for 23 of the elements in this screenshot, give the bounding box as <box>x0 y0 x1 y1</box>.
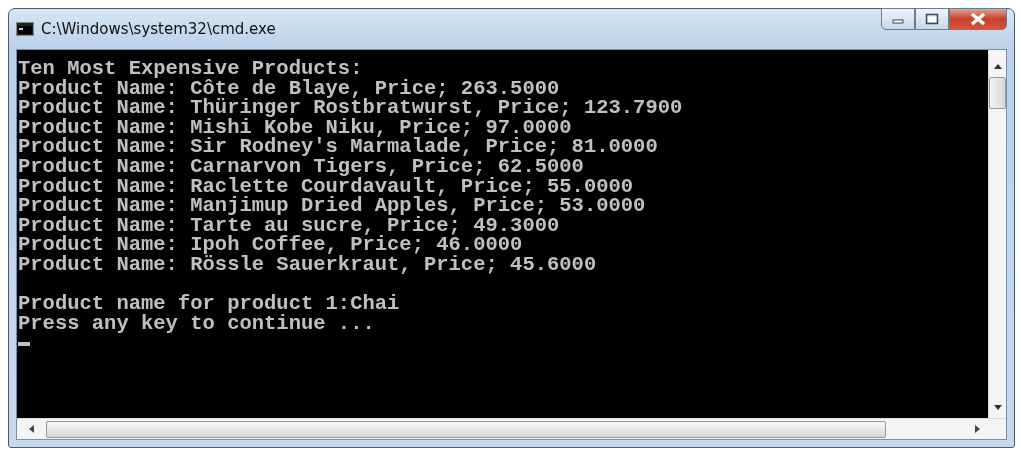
close-icon <box>970 12 986 26</box>
window-title: C:\Windows\system32\cmd.exe <box>41 20 276 38</box>
console-line: Ten Most Expensive Products: <box>18 59 363 79</box>
console-line: Product Name: Raclette Courdavault, Price; 55.0000 <box>18 176 634 197</box>
horizontal-scrollbar[interactable] <box>17 418 1006 439</box>
console-line: Product Name: Thüringer Rostbratwurst, Price; 123.7900 <box>18 98 683 118</box>
console-line: Product Name: Manjimup Dried Apples, Price; 53.0000 <box>18 196 646 216</box>
console-line: Product Name: Tarte au sucre, Price; 49.3000 <box>18 215 560 236</box>
console-line: Product Name: Ipoh Coffee, Price; 46.0000 <box>18 235 523 255</box>
minimize-button[interactable] <box>881 8 915 30</box>
vertical-scrollbar[interactable] <box>988 50 1006 418</box>
console-icon <box>16 22 34 36</box>
console-line: Product Name: Mishi Kobe Niku, Price; 97.0000 <box>18 117 572 138</box>
console-line: Product name for product 1:Chai <box>18 294 400 314</box>
text-cursor <box>18 342 30 347</box>
console-line: Press any key to continue ... <box>18 313 375 334</box>
maximize-button[interactable] <box>915 8 949 30</box>
console-line: Product Name: Sir Rodney's Marmalade, Price; 81.0000 <box>18 137 658 157</box>
console-line: Product Name: Côte de Blaye, Price; 263.5000 <box>18 78 560 99</box>
maximize-icon <box>925 13 939 25</box>
console-line: Product Name: Rössle Sauerkraut, Price; 45.6000 <box>18 254 597 275</box>
close-button[interactable] <box>949 8 1007 30</box>
console-line: Product Name: Carnarvon Tigers, Price; 62.5000 <box>18 156 584 177</box>
